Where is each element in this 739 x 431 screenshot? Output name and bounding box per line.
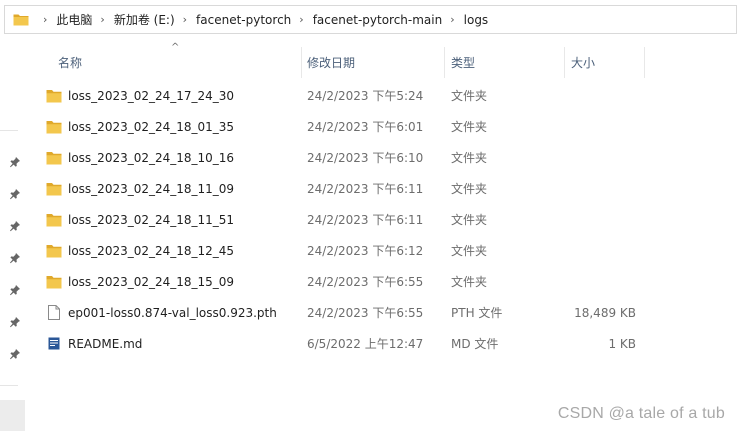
folder-icon: [13, 13, 29, 26]
folder-icon: [46, 120, 62, 134]
column-name-label: 名称: [58, 56, 83, 70]
file-type: 文件夹: [451, 89, 488, 103]
folder-icon: [46, 151, 62, 165]
pin-icon[interactable]: [9, 316, 21, 328]
column-date[interactable]: 修改日期: [301, 47, 445, 78]
pin-icon[interactable]: [9, 348, 21, 360]
pin-icon[interactable]: [9, 284, 21, 296]
watermark: CSDN @a tale of a tub: [557, 405, 725, 422]
file-name: loss_2023_02_24_18_12_45: [68, 243, 235, 258]
file-name-cell: loss_2023_02_24_18_15_09: [46, 266, 234, 297]
file-date: 24/2/2023 下午6:12: [307, 244, 424, 258]
pin-icon[interactable]: [9, 252, 21, 264]
file-type: 文件夹: [451, 275, 488, 289]
column-header: 名称 ^ 修改日期 类型 大小: [40, 42, 650, 78]
chevron-right-icon[interactable]: ›: [450, 13, 454, 26]
file-date: 24/2/2023 下午6:55: [307, 275, 424, 289]
breadcrumb-item[interactable]: facenet-pytorch-main: [313, 13, 443, 27]
file-name-cell: loss_2023_02_24_17_24_30: [46, 80, 234, 111]
breadcrumb-item[interactable]: 新加卷 (E:): [114, 11, 175, 28]
file-row[interactable]: loss_2023_02_24_18_11_51 24/2/2023 下午6:11…: [40, 204, 650, 235]
column-size-label: 大小: [571, 56, 596, 70]
folder-icon: [46, 89, 62, 103]
file-size: 18,489 KB: [574, 305, 636, 320]
file-date: 24/2/2023 下午6:10: [307, 151, 424, 165]
pane-divider: [0, 385, 18, 386]
address-bar[interactable]: › 此电脑 › 新加卷 (E:) › facenet-pytorch › facenet-py…: [4, 5, 737, 34]
file-type: 文件夹: [451, 120, 488, 134]
file-name: loss_2023_02_24_18_15_09: [68, 274, 235, 289]
file-name-cell: loss_2023_02_24_18_01_35: [46, 111, 234, 142]
file-row[interactable]: loss_2023_02_24_18_01_35 24/2/2023 下午6:01…: [40, 111, 650, 142]
column-type[interactable]: 类型: [445, 47, 565, 78]
file-date: 6/5/2022 上午12:47: [307, 337, 424, 351]
file-name-cell: ep001-loss0.874-val_loss0.923.pth: [46, 297, 277, 328]
breadcrumb-item[interactable]: facenet-pytorch: [196, 13, 291, 27]
file-row[interactable]: loss_2023_02_24_17_24_30 24/2/2023 下午5:24…: [40, 80, 650, 111]
file-name: loss_2023_02_24_18_10_16: [68, 150, 235, 165]
file-type: 文件夹: [451, 244, 488, 258]
file-name-cell: loss_2023_02_24_18_12_45: [46, 235, 234, 266]
pin-icon[interactable]: [9, 156, 21, 168]
file-date: 24/2/2023 下午5:24: [307, 89, 424, 103]
pin-icon[interactable]: [9, 188, 21, 200]
breadcrumb-item[interactable]: 此电脑: [56, 11, 92, 28]
file-size: 1 KB: [608, 336, 636, 351]
file-type: 文件夹: [451, 182, 488, 196]
file-name-cell: README.md: [46, 328, 142, 359]
file-date: 24/2/2023 下午6:55: [307, 306, 424, 320]
file-row[interactable]: loss_2023_02_24_18_10_16 24/2/2023 下午6:10…: [40, 142, 650, 173]
file-date: 24/2/2023 下午6:01: [307, 120, 424, 134]
file-type: PTH 文件: [451, 306, 503, 320]
folder-icon: [46, 275, 62, 289]
file-row[interactable]: loss_2023_02_24_18_11_09 24/2/2023 下午6:11…: [40, 173, 650, 204]
breadcrumb-item[interactable]: logs: [464, 13, 489, 27]
file-name-cell: loss_2023_02_24_18_11_51: [46, 204, 234, 235]
markdown-icon: [48, 337, 60, 350]
column-type-label: 类型: [451, 56, 476, 70]
chevron-right-icon[interactable]: ›: [100, 13, 104, 26]
file-date: 24/2/2023 下午6:11: [307, 182, 424, 196]
file-name-cell: loss_2023_02_24_18_11_09: [46, 173, 234, 204]
chevron-right-icon[interactable]: ›: [183, 13, 187, 26]
file-name: README.md: [68, 336, 143, 351]
file-name: loss_2023_02_24_18_11_51: [68, 212, 235, 227]
scrollbar-thumb[interactable]: [0, 400, 25, 431]
folder-icon: [46, 244, 62, 258]
file-type: 文件夹: [451, 151, 488, 165]
folder-icon: [46, 182, 62, 196]
file-row[interactable]: README.md 6/5/2022 上午12:47 MD 文件 1 KB: [40, 328, 650, 359]
file-name: ep001-loss0.874-val_loss0.923.pth: [68, 305, 277, 320]
file-type: 文件夹: [451, 213, 488, 227]
file-name: loss_2023_02_24_18_01_35: [68, 119, 235, 134]
pin-icon[interactable]: [9, 220, 21, 232]
file-row[interactable]: loss_2023_02_24_18_12_45 24/2/2023 下午6:12…: [40, 235, 650, 266]
chevron-right-icon[interactable]: ›: [43, 13, 47, 26]
sort-ascending-icon: ^: [171, 42, 180, 53]
pane-divider: [0, 130, 18, 131]
file-date: 24/2/2023 下午6:11: [307, 213, 424, 227]
file-type: MD 文件: [451, 337, 499, 351]
column-date-label: 修改日期: [307, 56, 356, 70]
file-name-cell: loss_2023_02_24_18_10_16: [46, 142, 234, 173]
column-size[interactable]: 大小: [565, 47, 645, 78]
file-icon: [48, 305, 60, 320]
navigation-pane: [0, 38, 27, 431]
file-name: loss_2023_02_24_17_24_30: [68, 88, 235, 103]
folder-icon: [46, 213, 62, 227]
file-row[interactable]: loss_2023_02_24_18_15_09 24/2/2023 下午6:55…: [40, 266, 650, 297]
chevron-right-icon[interactable]: ›: [299, 13, 303, 26]
file-row[interactable]: ep001-loss0.874-val_loss0.923.pth 24/2/20…: [40, 297, 650, 328]
file-name: loss_2023_02_24_18_11_09: [68, 181, 235, 196]
